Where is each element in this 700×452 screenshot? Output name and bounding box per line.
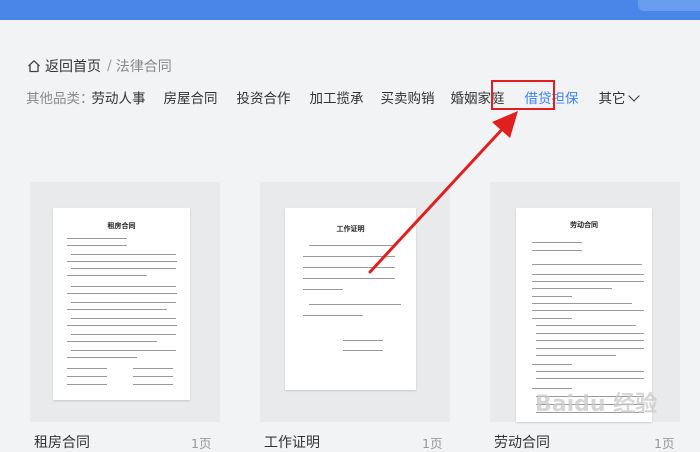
annotation-arrow xyxy=(368,111,518,274)
